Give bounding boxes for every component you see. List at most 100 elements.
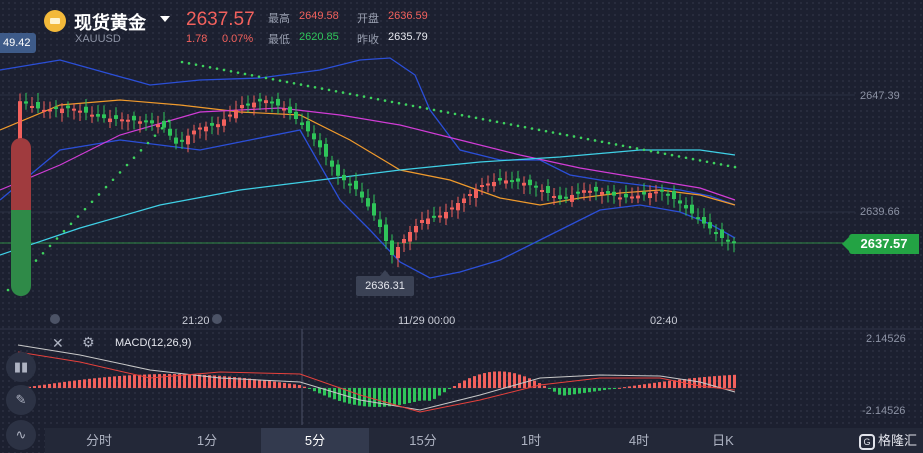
macd-bar bbox=[333, 388, 336, 400]
macd-bar bbox=[178, 374, 181, 388]
macd-bar bbox=[278, 382, 281, 388]
macd-bar bbox=[413, 388, 416, 402]
sar-dot bbox=[705, 160, 709, 164]
candle-body bbox=[408, 232, 412, 242]
candles-icon[interactable]: ▮▮ bbox=[6, 352, 36, 382]
tab-timeframe[interactable]: 1时 bbox=[477, 428, 585, 453]
macd-bar bbox=[613, 388, 616, 389]
candle-body bbox=[570, 195, 574, 202]
chevron-down-icon[interactable] bbox=[160, 16, 170, 22]
sar-dot bbox=[306, 84, 310, 88]
macd-bar bbox=[63, 381, 66, 388]
macd-bar bbox=[458, 383, 461, 388]
sar-dot bbox=[271, 77, 275, 81]
macd-bar bbox=[288, 383, 291, 388]
last-price-tag: 2637.57 bbox=[842, 234, 919, 254]
sar-dot bbox=[369, 96, 373, 100]
macd-bar bbox=[578, 388, 581, 394]
sar-dot bbox=[726, 164, 730, 168]
macd-bar bbox=[658, 382, 661, 388]
sar-dot bbox=[285, 80, 289, 84]
macd-bar bbox=[418, 388, 421, 401]
indicator-label[interactable]: MACD(12,26,9) bbox=[115, 337, 191, 349]
sar-dot bbox=[187, 62, 191, 65]
macd-bar bbox=[363, 388, 366, 407]
sar-dot bbox=[607, 141, 611, 145]
tab-timeframe[interactable]: 分时 bbox=[45, 428, 153, 453]
candle-body bbox=[138, 121, 142, 124]
macd-bar bbox=[348, 388, 351, 404]
candle-body bbox=[120, 119, 124, 122]
instrument-name[interactable]: 现货黄金 bbox=[74, 9, 146, 35]
candle-body bbox=[516, 178, 520, 182]
macd-bar bbox=[188, 374, 191, 388]
macd-bar bbox=[58, 382, 61, 388]
tab-timeframe-active[interactable]: 5分 bbox=[261, 428, 369, 453]
macd-bar bbox=[443, 388, 446, 393]
indicator-icon[interactable]: ∿ bbox=[6, 420, 36, 450]
sar-dot bbox=[104, 185, 108, 189]
candle-body bbox=[714, 232, 718, 235]
macd-bar bbox=[633, 385, 636, 388]
bollinger-upper bbox=[0, 57, 736, 206]
candle-body bbox=[186, 135, 190, 145]
sar-dot bbox=[41, 251, 45, 255]
macd-bar bbox=[563, 388, 566, 396]
tab-timeframe[interactable]: 4时 bbox=[585, 428, 693, 453]
candle-body bbox=[522, 182, 526, 186]
sar-dot bbox=[439, 109, 443, 113]
scroll-handle[interactable] bbox=[50, 314, 60, 324]
price-chart[interactable] bbox=[0, 0, 923, 453]
candle-body bbox=[180, 139, 184, 142]
low-value: 2620.85 bbox=[299, 31, 339, 43]
sar-dot bbox=[327, 88, 331, 92]
macd-bar bbox=[518, 374, 521, 388]
macd-bar bbox=[283, 382, 286, 388]
sar-dot bbox=[83, 207, 87, 211]
tab-timeframe[interactable]: 15分 bbox=[369, 428, 477, 453]
sar-dot bbox=[97, 193, 101, 196]
sar-dot bbox=[243, 72, 247, 76]
candle-body bbox=[462, 198, 466, 204]
macd-bar bbox=[588, 388, 591, 393]
sar-dot bbox=[656, 151, 660, 154]
scroll-handle[interactable] bbox=[212, 314, 222, 324]
sar-dot bbox=[460, 113, 464, 117]
close-icon[interactable]: ✕ bbox=[52, 335, 64, 352]
macd-bar bbox=[373, 388, 376, 407]
macd-bar bbox=[103, 377, 106, 388]
sar-dot bbox=[488, 119, 492, 122]
sar-dot bbox=[334, 89, 338, 93]
macd-bar bbox=[263, 380, 266, 388]
candle-body bbox=[582, 190, 586, 193]
candle-body bbox=[552, 196, 556, 198]
macd-bar bbox=[723, 375, 726, 388]
sar-dot bbox=[222, 68, 226, 72]
sar-dot bbox=[153, 134, 157, 137]
candle-body bbox=[168, 128, 172, 136]
sar-dot bbox=[390, 100, 394, 104]
macd-y-bottom: -2.14526 bbox=[862, 405, 906, 417]
tab-timeframe[interactable]: 1分 bbox=[153, 428, 261, 453]
macd-bar bbox=[78, 379, 81, 388]
macd-bar bbox=[48, 383, 51, 388]
macd-bar bbox=[428, 388, 431, 401]
tab-timeframe[interactable]: 日K bbox=[693, 428, 753, 453]
candle-body bbox=[342, 174, 346, 181]
pencil-icon[interactable]: ✎ bbox=[6, 385, 36, 415]
candle-body bbox=[510, 180, 514, 183]
sar-dot bbox=[495, 120, 499, 124]
settings-icon[interactable]: ⚙ bbox=[82, 334, 95, 351]
candle-body bbox=[684, 205, 688, 209]
instrument-symbol: XAUUSD bbox=[75, 33, 121, 45]
last-price: 2637.57 bbox=[186, 9, 255, 30]
candle-body bbox=[174, 137, 178, 144]
macd-bar bbox=[118, 375, 121, 388]
macd-bar bbox=[148, 374, 151, 388]
candle-body bbox=[438, 215, 442, 218]
sar-dot bbox=[530, 127, 534, 130]
sar-dot bbox=[48, 244, 52, 248]
candle-body bbox=[378, 219, 382, 227]
sar-dot bbox=[509, 123, 513, 126]
macd-bar bbox=[378, 388, 381, 407]
